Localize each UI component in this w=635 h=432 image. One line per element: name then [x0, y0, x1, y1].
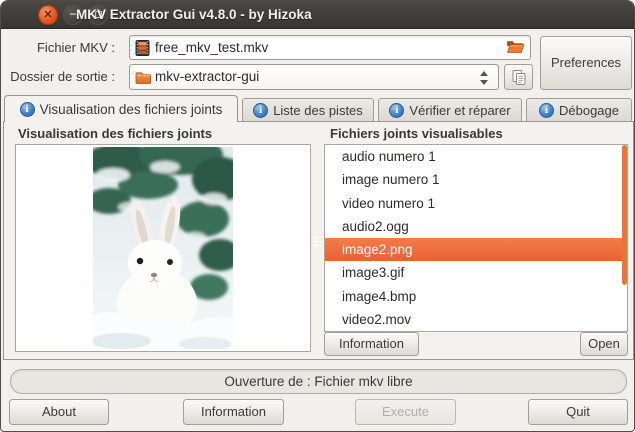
attachments-list: audio numero 1 image numero 1 video nume… — [324, 144, 628, 332]
list-item[interactable]: image4.bmp — [325, 285, 627, 308]
list-scrollbar[interactable] — [622, 145, 627, 285]
copy-icon — [511, 74, 527, 89]
attachments-header: Fichiers joints visualisables — [330, 126, 503, 141]
preferences-button[interactable]: Preferences — [540, 36, 632, 90]
close-icon[interactable]: ✕ — [38, 5, 58, 25]
viewer-header: Visualisation des fichiers joints — [18, 126, 212, 141]
pane-splitter-handle[interactable] — [314, 234, 323, 252]
tab-label: Débogage — [559, 103, 619, 118]
attachment-preview-image — [93, 147, 233, 349]
output-dir-combobox[interactable]: mkv-extractor-gui — [129, 64, 499, 90]
status-progressbar: Ouverture de : Fichier mkv libre — [10, 369, 627, 394]
tab-verifier-et-reparer[interactable]: i Vérifier et réparer — [378, 98, 522, 122]
list-item[interactable]: audio numero 1 — [325, 145, 627, 168]
list-item[interactable]: video2.mov — [325, 308, 627, 331]
about-button[interactable]: About — [9, 399, 109, 425]
info-icon: i — [253, 103, 268, 118]
copy-path-button[interactable] — [504, 64, 533, 90]
list-item-selected[interactable]: image2.png — [325, 238, 627, 261]
information-button[interactable]: Information — [183, 399, 284, 425]
mkv-file-value: free_mkv_test.mkv — [155, 36, 268, 59]
film-strip-icon — [135, 40, 150, 61]
tab-label: Liste des pistes — [273, 103, 363, 118]
info-icon: i — [389, 103, 404, 118]
tab-label: Visualisation des fichiers joints — [40, 102, 223, 117]
attachment-open-button[interactable]: Open — [580, 332, 628, 356]
quit-button[interactable]: Quit — [528, 399, 628, 425]
execute-button: Execute — [355, 399, 456, 425]
mkv-file-label: Fichier MKV : — [1, 35, 115, 60]
chevron-up-down-icon[interactable] — [478, 69, 489, 87]
output-dir-label: Dossier de sortie : — [1, 64, 115, 90]
tab-debogage[interactable]: i Débogage — [526, 98, 632, 122]
mkv-file-input[interactable]: free_mkv_test.mkv — [129, 35, 531, 60]
info-icon: i — [539, 103, 554, 118]
output-dir-value: mkv-extractor-gui — [155, 65, 259, 89]
tab-visualisation-fichiers-joints[interactable]: i Visualisation des fichiers joints — [4, 95, 238, 122]
info-icon: i — [20, 102, 35, 117]
tab-liste-des-pistes[interactable]: i Liste des pistes — [242, 98, 374, 122]
titlebar: ✕ − MKV Extractor Gui v4.8.0 - by Hizoka — [1, 1, 634, 29]
app-window: ✕ − MKV Extractor Gui v4.8.0 - by Hizoka… — [0, 0, 635, 432]
tab-page-visualisation: Visualisation des fichiers joints Fichie… — [3, 121, 634, 360]
list-item[interactable]: audio2.ogg — [325, 215, 627, 238]
list-item[interactable]: image numero 1 — [325, 168, 627, 191]
preview-panel — [15, 144, 311, 352]
attachment-information-button[interactable]: Information — [324, 332, 419, 356]
folder-icon — [135, 71, 151, 90]
list-item[interactable]: image3.gif — [325, 261, 627, 284]
open-folder-icon[interactable] — [503, 38, 527, 57]
window-title: MKV Extractor Gui v4.8.0 - by Hizoka — [76, 1, 312, 29]
tab-label: Vérifier et réparer — [409, 103, 510, 118]
list-item[interactable]: video numero 1 — [325, 192, 627, 215]
